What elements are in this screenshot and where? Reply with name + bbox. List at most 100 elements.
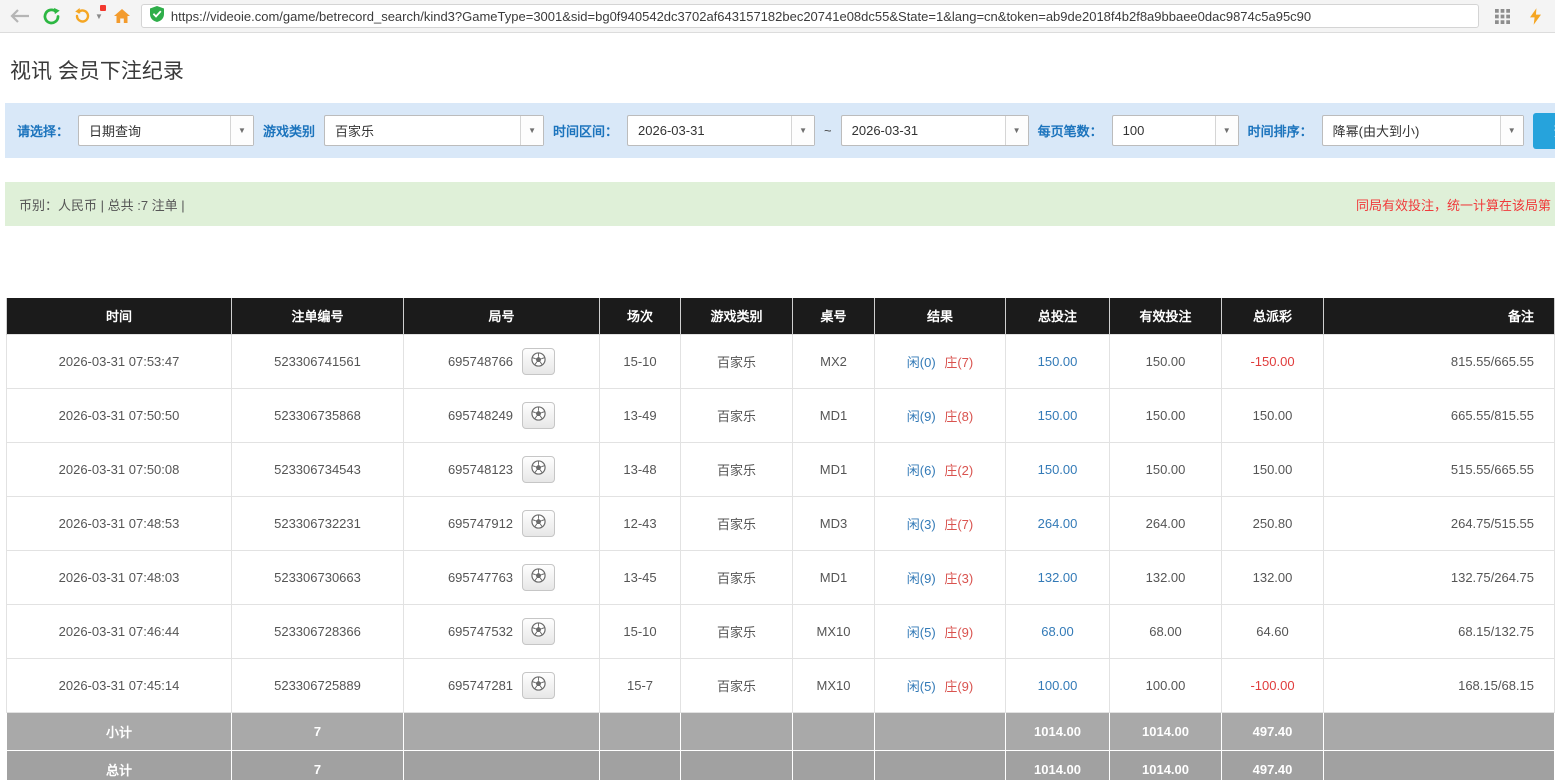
table-no-cell: MX2 <box>792 333 875 389</box>
total-bet-cell[interactable]: 150.00 <box>1005 387 1110 443</box>
undo-dropdown[interactable]: ▼ <box>70 4 106 28</box>
bet-id-cell: 523306734543 <box>231 441 404 497</box>
game-type-cell: 百家乐 <box>680 657 793 713</box>
round-number: 695747763 <box>447 569 514 585</box>
total-bet-cell[interactable]: 150.00 <box>1005 441 1110 497</box>
valid-bet-cell: 100.00 <box>1109 657 1222 713</box>
time-cell: 2026-03-31 07:53:47 <box>6 333 232 389</box>
result-cell: 闲(6) 庄(2) <box>874 441 1006 497</box>
search-button[interactable]: 查询 <box>1532 112 1555 149</box>
total-bet-cell[interactable]: 150.00 <box>1005 333 1110 389</box>
round-number: 695747281 <box>447 677 514 693</box>
soccer-ball-icon <box>531 676 546 694</box>
game-type-cell: 百家乐 <box>680 387 793 443</box>
round-detail-button[interactable] <box>522 455 556 483</box>
browser-chrome: ▼ https://videoie.com/game/betrecord_sea… <box>0 0 1555 33</box>
result-cell: 闲(9) 庄(3) <box>874 549 1006 605</box>
game-type-cell: 百家乐 <box>680 603 793 659</box>
refresh-icon[interactable] <box>39 4 63 28</box>
chevron-down-icon[interactable]: ▼ <box>230 116 254 145</box>
soccer-ball-icon <box>531 622 546 640</box>
round-cell: 695747281 <box>403 657 600 713</box>
soccer-ball-icon <box>531 406 546 424</box>
back-icon[interactable] <box>8 4 32 28</box>
valid-bet-cell: 150.00 <box>1109 387 1222 443</box>
table-no-cell: MD1 <box>792 441 875 497</box>
table-row: 2026-03-31 07:46:44 523306728366 6957475… <box>6 603 1555 659</box>
date-to-select[interactable]: 2026-03-31 ▼ <box>840 115 1029 146</box>
col-time: 时间 <box>6 298 232 334</box>
undo-icon[interactable] <box>70 4 94 28</box>
subtotal-row: 小计 7 1014.00 1014.00 497.40 <box>6 711 1555 751</box>
total-label: 总计 <box>6 749 232 780</box>
banker-result: 庄(7) <box>944 354 974 370</box>
table-no-cell: MX10 <box>792 657 875 713</box>
soccer-ball-icon <box>531 568 546 586</box>
chevron-down-icon[interactable]: ▼ <box>791 116 815 145</box>
table-row: 2026-03-31 07:50:50 523306735868 6957482… <box>6 387 1555 443</box>
url-text[interactable]: https://videoie.com/game/betrecord_searc… <box>171 9 1311 24</box>
banker-result: 庄(9) <box>944 678 974 694</box>
col-table-no: 桌号 <box>792 298 875 334</box>
game-type-cell: 百家乐 <box>680 333 793 389</box>
round-cell: 695747912 <box>403 495 600 551</box>
date-from-select[interactable]: 2026-03-31 ▼ <box>627 115 816 146</box>
table-row: 2026-03-31 07:53:47 523306741561 6957487… <box>6 333 1555 389</box>
payout-cell: -150.00 <box>1221 333 1324 389</box>
chevron-down-icon[interactable]: ▼ <box>1499 116 1523 145</box>
col-result: 结果 <box>874 298 1006 334</box>
col-bet-id: 注单编号 <box>231 298 404 334</box>
bet-id-cell: 523306741561 <box>231 333 404 389</box>
table-row: 2026-03-31 07:48:03 523306730663 6957477… <box>6 549 1555 605</box>
time-cell: 2026-03-31 07:50:50 <box>6 387 232 443</box>
session-cell: 15-10 <box>599 333 681 389</box>
chevron-down-icon[interactable]: ▼ <box>520 116 544 145</box>
game-type-cell: 百家乐 <box>680 549 793 605</box>
note-cell: 132.75/264.75 <box>1323 549 1555 605</box>
round-detail-button[interactable] <box>522 347 556 375</box>
round-detail-button[interactable] <box>522 509 556 537</box>
game-type-select[interactable]: 百家乐 ▼ <box>324 115 545 146</box>
sort-order-select[interactable]: 降幂(由大到小) ▼ <box>1321 115 1524 146</box>
total-bet-cell[interactable]: 264.00 <box>1005 495 1110 551</box>
round-number: 695748766 <box>447 353 514 369</box>
home-icon[interactable] <box>110 4 134 28</box>
payout-cell: 150.00 <box>1221 441 1324 497</box>
round-detail-button[interactable] <box>522 617 556 645</box>
address-bar[interactable]: https://videoie.com/game/betrecord_searc… <box>140 4 1479 28</box>
round-number: 695748123 <box>447 461 514 477</box>
round-detail-button[interactable] <box>522 401 556 429</box>
table-header-row: 时间 注单编号 局号 场次 游戏类别 桌号 结果 总投注 有效投注 总派彩 备注 <box>6 298 1555 334</box>
lightning-bolt-icon[interactable] <box>1523 4 1547 28</box>
total-bet-cell[interactable]: 100.00 <box>1005 657 1110 713</box>
date-mode-label: 请选择： <box>17 124 70 139</box>
round-cell: 695748766 <box>403 333 600 389</box>
table-no-cell: MD1 <box>792 387 875 443</box>
security-shield-icon[interactable] <box>149 5 164 27</box>
bet-id-cell: 523306725889 <box>231 657 404 713</box>
time-cell: 2026-03-31 07:46:44 <box>6 603 232 659</box>
total-bet-cell[interactable]: 68.00 <box>1005 603 1110 659</box>
bet-id-cell: 523306730663 <box>231 549 404 605</box>
player-result: 闲(6) <box>906 462 936 478</box>
page-size-select[interactable]: 100 ▼ <box>1111 115 1239 146</box>
time-range-label: 时间区间： <box>553 124 619 139</box>
note-cell: 815.55/665.55 <box>1323 333 1555 389</box>
extensions-grid-icon[interactable] <box>1490 4 1514 28</box>
total-bet-cell[interactable]: 132.00 <box>1005 549 1110 605</box>
bet-id-cell: 523306732231 <box>231 495 404 551</box>
date-mode-select[interactable]: 日期查询 ▼ <box>78 115 255 146</box>
player-result: 闲(5) <box>906 678 936 694</box>
chevron-down-icon[interactable]: ▼ <box>95 12 103 21</box>
banker-result: 庄(8) <box>944 408 974 424</box>
chevron-down-icon[interactable]: ▼ <box>1004 116 1028 145</box>
round-detail-button[interactable] <box>522 563 556 591</box>
range-separator: ~ <box>824 123 832 138</box>
round-detail-button[interactable] <box>522 671 556 699</box>
chevron-down-icon[interactable]: ▼ <box>1214 116 1238 145</box>
currency-summary: 币别：人民币 | 总共 :7 注单 | <box>19 197 185 213</box>
sort-order-value: 降幂(由大到小) <box>1332 124 1420 139</box>
valid-bet-cell: 264.00 <box>1109 495 1222 551</box>
note-cell: 168.15/68.15 <box>1323 657 1555 713</box>
banker-result: 庄(9) <box>944 624 974 640</box>
